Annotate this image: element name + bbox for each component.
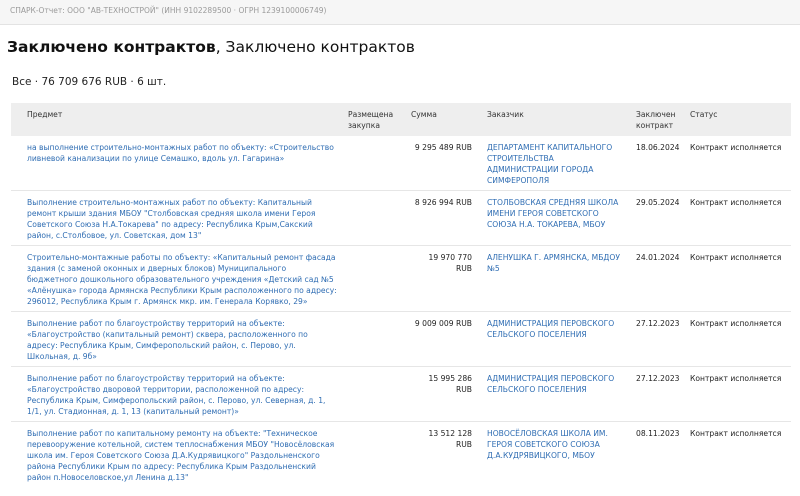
contract-subject-link[interactable]: Выполнение работ по благоустройству терр…: [11, 311, 343, 367]
contract-customer-link[interactable]: АДМИНИСТРАЦИЯ ПЕРОВСКОГО СЕЛЬСКОГО ПОСЕЛ…: [482, 366, 631, 422]
contract-customer-link[interactable]: АДМИНИСТРАЦИЯ ПЕРОВСКОГО СЕЛЬСКОГО ПОСЕЛ…: [482, 311, 631, 367]
column-header-amount[interactable]: Сумма: [406, 103, 482, 136]
contract-date: 27.12.2023: [631, 366, 685, 422]
contract-subject-link[interactable]: Строительно-монтажные работы по объекту:…: [11, 245, 343, 312]
contract-subject-link[interactable]: на выполнение строительно-монтажных рабо…: [11, 136, 343, 191]
contract-customer-link[interactable]: ДЕПАРТАМЕНТ КАПИТАЛЬНОГО СТРОИТЕЛЬСТВА А…: [482, 136, 631, 191]
contract-amount: 8 926 994 RUB: [406, 190, 482, 246]
contract-status: Контракт исполняется: [685, 190, 791, 246]
contract-customer-link[interactable]: СТОЛБОВСКАЯ СРЕДНЯЯ ШКОЛА ИМЕНИ ГЕРОЯ СО…: [482, 190, 631, 246]
contracts-summary: Все · 76 709 676 RUB · 6 шт.: [12, 76, 167, 88]
contract-status: Контракт исполняется: [685, 136, 791, 191]
report-source-line: СПАРК-Отчет: ООО "АВ-ТЕХНОСТРОЙ" (ИНН 91…: [10, 6, 327, 15]
column-header-customer[interactable]: Заказчик: [482, 103, 631, 136]
contract-status: Контракт исполняется: [685, 311, 791, 367]
column-header-contract-date[interactable]: Заключен контракт: [631, 103, 685, 136]
table-header-row: Предмет Размещена закупка Сумма Заказчик…: [11, 103, 791, 136]
contract-amount: 9 009 009 RUB: [406, 311, 482, 367]
contract-amount: 19 970 770 RUB: [406, 245, 482, 312]
contract-date: 24.01.2024: [631, 245, 685, 312]
contract-amount: 15 995 286 RUB: [406, 366, 482, 422]
contract-subject-link[interactable]: Выполнение работ по благоустройству терр…: [11, 366, 343, 422]
contract-placed: [343, 366, 406, 422]
table-row: Выполнение работ по благоустройству терр…: [11, 311, 791, 367]
page-title-rest: , Заключено контрактов: [215, 38, 415, 56]
contract-date: 29.05.2024: [631, 190, 685, 246]
contract-amount: 13 512 128 RUB: [428, 429, 472, 449]
table-row: Выполнение работ по капитальному ремонту…: [11, 422, 791, 492]
table-row: Выполнение строительно-монтажных работ п…: [11, 190, 791, 246]
contract-placed: [343, 190, 406, 246]
page-title: Заключено контрактов, Заключено контракт…: [7, 38, 415, 56]
table-row: на выполнение строительно-монтажных рабо…: [11, 136, 791, 191]
contract-placed: [343, 136, 406, 191]
contract-placed: [343, 245, 406, 312]
contract-status: Контракт исполняется: [685, 245, 791, 312]
table-row: Выполнение работ по благоустройству терр…: [11, 366, 791, 422]
page-title-bold: Заключено контрактов: [7, 38, 216, 56]
contract-date: 08.11.2023: [636, 429, 680, 438]
contract-date: 27.12.2023: [631, 311, 685, 367]
report-header-bar: СПАРК-Отчет: ООО "АВ-ТЕХНОСТРОЙ" (ИНН 91…: [0, 0, 800, 25]
contract-customer-link[interactable]: НОВОСЁЛОВСКАЯ ШКОЛА ИМ. ГЕРОЯ СОВЕТСКОГО…: [482, 422, 631, 492]
contract-placed: [343, 422, 406, 492]
contract-subject-link[interactable]: Выполнение строительно-монтажных работ п…: [11, 190, 343, 246]
contract-status: Контракт исполняется: [685, 366, 791, 422]
contract-customer-link[interactable]: АЛЕНУШКА Г. АРМЯНСКА, МБДОУ №5: [482, 245, 631, 312]
table-row: Строительно-монтажные работы по объекту:…: [11, 245, 791, 312]
contract-amount: 9 295 489 RUB: [406, 136, 482, 191]
contract-date: 18.06.2024: [631, 136, 685, 191]
contract-placed: [343, 311, 406, 367]
contracts-table: Предмет Размещена закупка Сумма Заказчик…: [11, 103, 791, 492]
column-header-status[interactable]: Статус: [685, 103, 791, 136]
contract-subject-link[interactable]: Выполнение работ по капитальному ремонту…: [11, 422, 343, 492]
contract-status: Контракт исполняется: [690, 429, 782, 438]
column-header-subject[interactable]: Предмет: [11, 103, 343, 136]
column-header-placed[interactable]: Размещена закупка: [343, 103, 406, 136]
